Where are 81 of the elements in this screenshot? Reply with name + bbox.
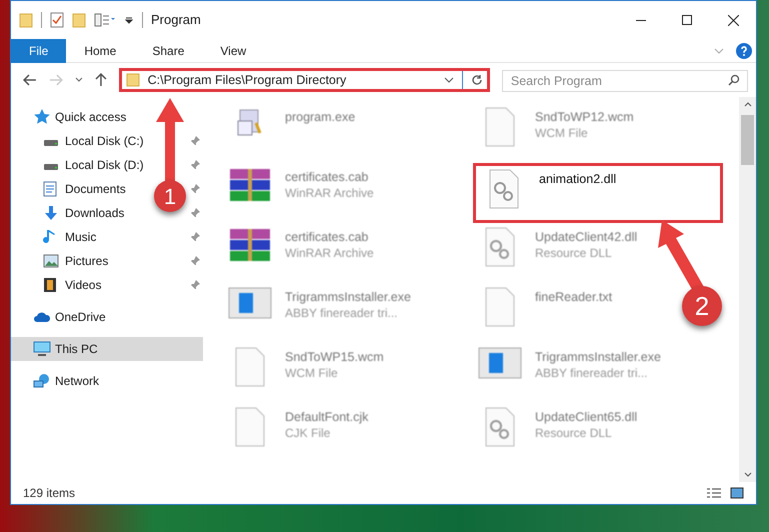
- file-name: animation2.dll: [539, 171, 616, 187]
- sidebar-item[interactable]: Local Disk (C:): [11, 129, 152, 153]
- archive-books-icon: [228, 167, 272, 203]
- blank-file-icon: [485, 107, 515, 147]
- blank-file-icon: [235, 347, 265, 387]
- file-name: program.exe: [285, 109, 356, 125]
- file-type: ABBY finereader tri...: [285, 305, 398, 321]
- file-name: SndToWP15.wcm: [285, 349, 384, 365]
- music-note-icon: [43, 229, 57, 245]
- details-view-icon[interactable]: [706, 487, 722, 499]
- file-name: fineReader.txt: [535, 289, 612, 305]
- monitor-icon: [33, 341, 51, 357]
- back-arrow-icon[interactable]: [23, 74, 37, 86]
- cloud-icon: [33, 311, 51, 323]
- sidebar-item[interactable]: Downloads: [11, 201, 132, 225]
- gear-file-icon: [485, 407, 515, 447]
- window-title: Program: [151, 11, 201, 30]
- file-type: CJK File: [285, 425, 332, 441]
- file-type: WCM File: [285, 365, 339, 381]
- download-arrow-icon: [43, 205, 59, 221]
- sidebar-item[interactable]: Music: [11, 225, 104, 249]
- file-item[interactable]: animation2.dll: [473, 163, 723, 223]
- file-type: ABBY finereader tri...: [535, 365, 648, 381]
- scroll-down-icon[interactable]: [744, 472, 752, 478]
- close-icon: [728, 14, 738, 26]
- file-name: TrigrammsInstaller.exe: [285, 289, 411, 305]
- file-type: WCM File: [535, 125, 589, 141]
- up-arrow-icon[interactable]: [94, 73, 107, 87]
- ribbon-tab[interactable]: Home: [66, 38, 134, 62]
- scrollbar-thumb[interactable]: [741, 115, 754, 165]
- sidebar-item[interactable]: Local Disk (D:): [11, 153, 152, 177]
- installer-window-icon: [228, 287, 272, 319]
- film-strip-icon: [43, 277, 57, 293]
- file-name: UpdateClient65.dll: [535, 409, 638, 425]
- large-icons-view-icon[interactable]: [730, 487, 744, 499]
- properties-icon[interactable]: [50, 12, 64, 28]
- file-name: SndToWP12.wcm: [535, 109, 634, 125]
- archive-books-icon: [228, 227, 272, 263]
- star-icon: [33, 108, 51, 126]
- dropdown-chevron-icon[interactable]: [444, 77, 454, 83]
- recent-dropdown-icon[interactable]: [74, 77, 83, 83]
- file-name: certificates.cab: [285, 169, 370, 185]
- sidebar-item[interactable]: Quick access: [11, 105, 134, 129]
- folder-icon: [126, 73, 140, 87]
- search-icon[interactable]: [728, 74, 740, 86]
- blank-file-icon: [235, 407, 265, 447]
- file-type: Resource DLL: [535, 425, 613, 441]
- sidebar-item[interactable]: Network: [11, 369, 108, 393]
- customize-toolbar-icon[interactable]: [124, 15, 134, 25]
- document-icon: [43, 181, 57, 197]
- file-name: DefaultFont.cjk: [285, 409, 368, 425]
- file-type: WinRAR Archive: [285, 185, 374, 201]
- vertical-scrollbar[interactable]: [739, 97, 756, 482]
- sidebar-item[interactable]: OneDrive: [11, 305, 114, 329]
- file-name: UpdateClient42.dll: [535, 229, 638, 245]
- blank-file-icon: [485, 287, 515, 327]
- gear-file-icon: [489, 169, 519, 209]
- ribbon-tab[interactable]: File: [11, 38, 66, 62]
- installer-window-icon: [478, 347, 522, 379]
- ribbon-tab[interactable]: View: [202, 38, 264, 62]
- sidebar-item[interactable]: Videos: [11, 273, 110, 297]
- sidebar-item[interactable]: Pictures: [11, 249, 116, 273]
- sidebar-item[interactable]: This PC: [11, 337, 203, 361]
- file-type: WinRAR Archive: [285, 245, 374, 261]
- address-bar[interactable]: C:\Program Files\Program Directory: [118, 68, 490, 92]
- refresh-icon[interactable]: [470, 74, 483, 86]
- search-field[interactable]: Search Program: [502, 70, 748, 92]
- help-icon[interactable]: [736, 42, 752, 58]
- file-name: TrigrammsInstaller.exe: [535, 349, 661, 365]
- address-path: C:\Program Files\Program Directory: [148, 72, 348, 89]
- gear-file-icon: [485, 227, 515, 267]
- file-name: certificates.cab: [285, 229, 370, 245]
- folder-icon: [19, 12, 33, 28]
- network-icon: [33, 373, 51, 389]
- picture-icon: [43, 254, 59, 268]
- scroll-up-icon[interactable]: [744, 101, 752, 107]
- file-type: Resource DLL: [535, 245, 613, 261]
- sidebar-item[interactable]: Documents: [11, 177, 134, 201]
- layout-dropdown-icon[interactable]: [94, 13, 116, 27]
- item-count: 129 items: [23, 485, 76, 502]
- ribbon-tab[interactable]: Share: [134, 38, 202, 62]
